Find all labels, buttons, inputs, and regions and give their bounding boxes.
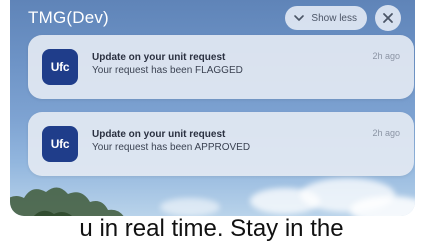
chevron-down-icon (294, 15, 305, 21)
show-less-button[interactable]: Show less (285, 6, 367, 30)
notification-time: 2h ago (372, 128, 400, 138)
notification-screen: TMG(Dev) Show less Ufc Update on your un… (10, 0, 415, 216)
notification-group-header: TMG(Dev) Show less (28, 3, 401, 33)
show-less-label: Show less (311, 12, 357, 24)
notification-title: Update on your unit request (92, 129, 226, 140)
notification-card[interactable]: Ufc Update on your unit request Your req… (28, 112, 414, 176)
tree-silhouette (10, 187, 124, 216)
close-button[interactable] (375, 5, 401, 31)
notification-card[interactable]: Ufc Update on your unit request Your req… (28, 35, 414, 99)
page-caption-text: u in real time. Stay in the (79, 215, 344, 242)
notification-body: Your request has been FLAGGED (92, 65, 243, 76)
app-group-title: TMG(Dev) (28, 8, 109, 27)
close-icon (383, 13, 393, 23)
app-icon: Ufc (42, 49, 78, 85)
notification-title: Update on your unit request (92, 52, 226, 63)
notification-body: Your request has been APPROVED (92, 142, 251, 153)
notification-time: 2h ago (372, 51, 400, 61)
app-icon: Ufc (42, 126, 78, 162)
